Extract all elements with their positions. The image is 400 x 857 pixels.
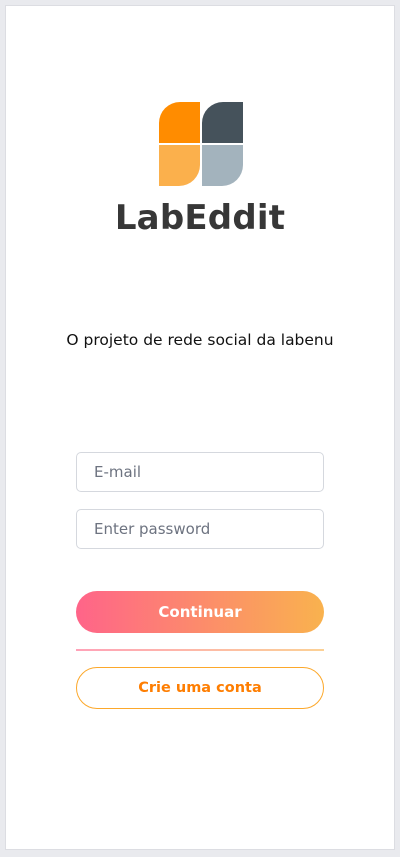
divider [76,649,324,651]
password-field[interactable] [76,509,324,549]
email-field[interactable] [76,452,324,492]
app-title: LabEddit [114,198,286,238]
signup-button[interactable]: Crie uma conta [76,667,324,709]
tagline: O projeto de rede social da labenu [66,331,334,349]
continue-button[interactable]: Continuar [76,591,324,633]
labeddit-logo-icon [159,102,243,186]
